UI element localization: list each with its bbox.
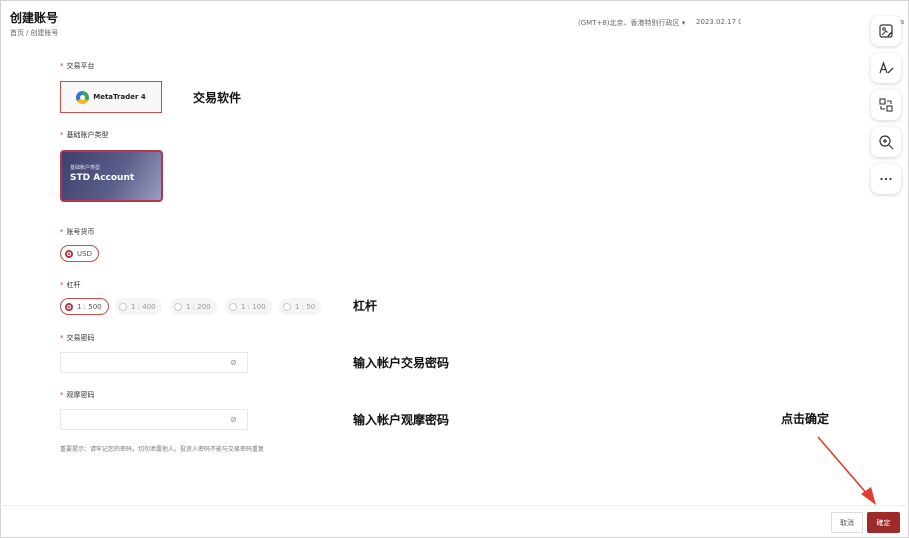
handwriting-icon[interactable] — [871, 53, 901, 83]
translate-icon[interactable] — [871, 90, 901, 120]
image-edit-icon[interactable] — [871, 16, 901, 46]
footer-divider — [0, 505, 909, 506]
floating-toolbar — [869, 13, 903, 194]
annotation-arrow-icon — [817, 436, 876, 505]
zoom-in-icon[interactable] — [871, 127, 901, 157]
cancel-button[interactable]: 取消 — [831, 512, 863, 533]
confirm-button[interactable]: 確定 — [867, 512, 900, 533]
more-icon[interactable] — [871, 164, 901, 194]
